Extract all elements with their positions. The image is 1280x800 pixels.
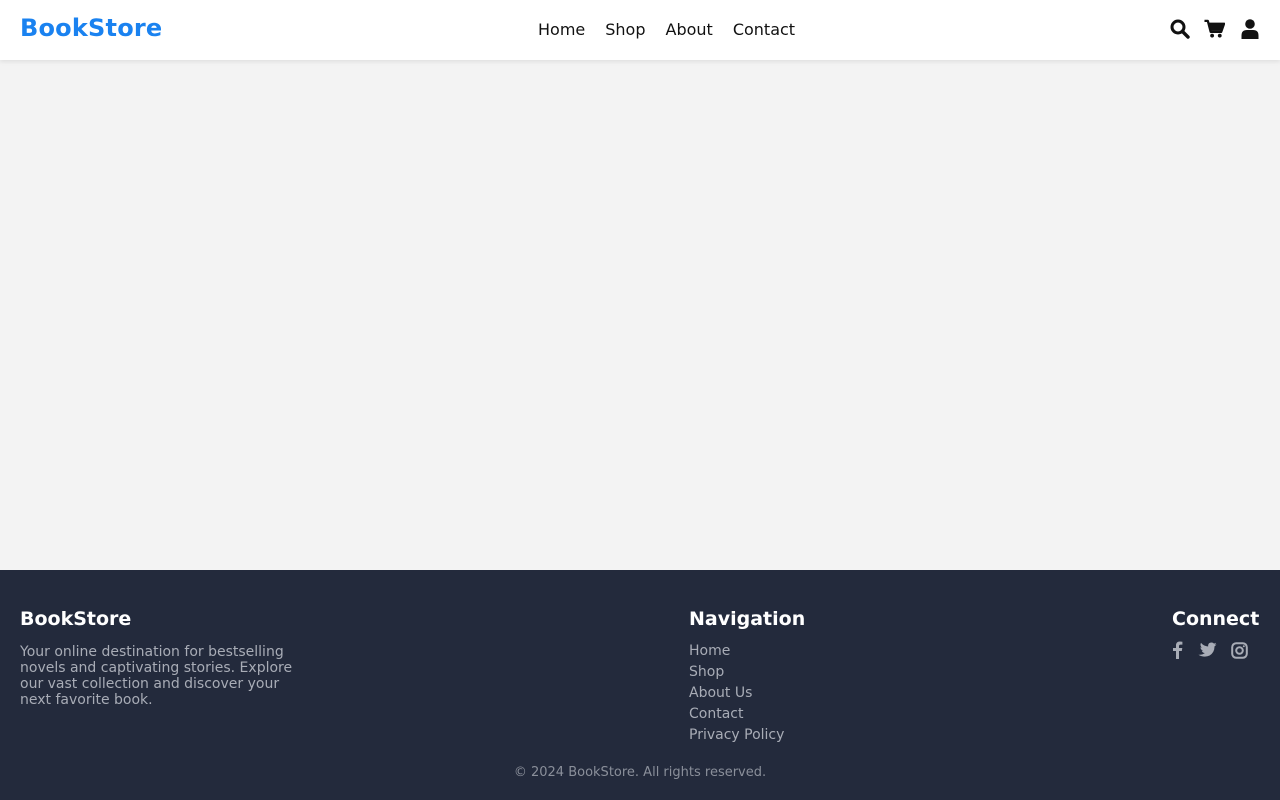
cart-icon[interactable] xyxy=(1204,18,1225,40)
user-icon[interactable] xyxy=(1239,18,1260,40)
footer-link-about-us[interactable]: About Us xyxy=(689,685,752,701)
site-footer: BookStore Your online destination for be… xyxy=(0,570,1280,800)
instagram-icon[interactable] xyxy=(1231,641,1248,659)
main-nav: Home Shop About Contact xyxy=(538,20,795,40)
footer-link-privacy-policy[interactable]: Privacy Policy xyxy=(689,727,784,743)
footer-link-home[interactable]: Home xyxy=(689,643,730,659)
site-logo[interactable]: BookStore xyxy=(20,14,162,42)
nav-link-shop[interactable]: Shop xyxy=(605,20,645,40)
footer-connect-title: Connect xyxy=(1172,608,1260,630)
footer-description: Your online destination for bestselling … xyxy=(20,644,293,708)
site-header: BookStore Home Shop About Contact xyxy=(0,0,1280,60)
nav-link-contact[interactable]: Contact xyxy=(733,20,795,40)
footer-link-contact[interactable]: Contact xyxy=(689,706,743,722)
footer-links: Home Shop About Us Contact Privacy Polic… xyxy=(689,640,784,745)
footer-navigation-title: Navigation xyxy=(689,608,806,630)
nav-link-home[interactable]: Home xyxy=(538,20,585,40)
header-actions xyxy=(1169,18,1260,40)
search-icon[interactable] xyxy=(1169,18,1190,40)
footer-brand: BookStore xyxy=(20,608,132,630)
twitter-icon[interactable] xyxy=(1197,641,1217,659)
main-content xyxy=(0,60,1280,570)
copyright-text: © 2024 BookStore. All rights reserved. xyxy=(513,765,767,780)
footer-link-shop[interactable]: Shop xyxy=(689,664,724,680)
nav-link-about[interactable]: About xyxy=(666,20,713,40)
facebook-icon[interactable] xyxy=(1172,641,1183,659)
social-links xyxy=(1172,641,1248,659)
